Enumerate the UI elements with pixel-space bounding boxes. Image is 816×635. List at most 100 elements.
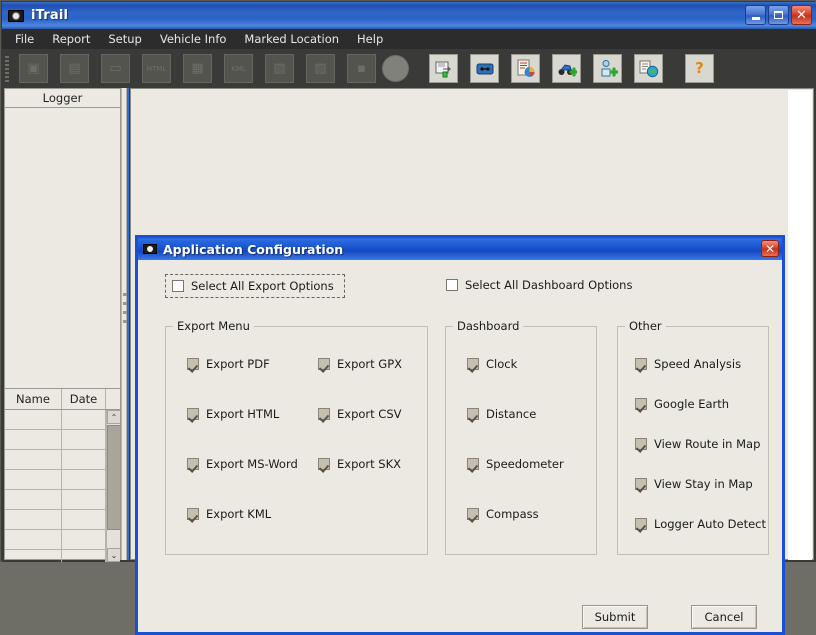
checkbox-label: View Route in Map xyxy=(654,437,761,451)
export-copy-icon[interactable]: ▪ xyxy=(347,54,376,83)
checkbox-indicator[interactable] xyxy=(187,358,199,370)
logger-table-scrollbar[interactable]: ⌃ ⌄ xyxy=(106,410,120,562)
checkbox-indicator[interactable] xyxy=(635,438,647,450)
table-row[interactable] xyxy=(5,450,120,470)
menu-marked-location[interactable]: Marked Location xyxy=(235,30,348,48)
checkbox-indicator[interactable] xyxy=(318,458,330,470)
marked-location-icon[interactable] xyxy=(634,54,663,83)
checkbox-export-skx[interactable]: Export SKX xyxy=(318,457,401,471)
checkbox-label: Export GPX xyxy=(337,357,403,371)
checkbox-view-route-in-map[interactable]: View Route in Map xyxy=(635,437,760,451)
open-folder-icon[interactable]: ▭ xyxy=(101,54,130,83)
close-button[interactable]: ✕ xyxy=(791,5,812,25)
dialog-close-button[interactable]: ✕ xyxy=(761,240,779,257)
other-group: Other Speed Analysis Google Earth View R… xyxy=(617,319,769,555)
checkbox-label: Compass xyxy=(486,507,539,521)
menu-report[interactable]: Report xyxy=(43,30,99,48)
menu-help[interactable]: Help xyxy=(348,30,392,48)
checkbox-export-kml[interactable]: Export KML xyxy=(187,507,271,521)
checkbox-indicator[interactable] xyxy=(187,508,199,520)
checkbox-indicator[interactable] xyxy=(467,458,479,470)
column-header-date[interactable]: Date xyxy=(62,389,106,409)
checkbox-export-pdf[interactable]: Export PDF xyxy=(187,357,270,371)
select-all-export-label: Select All Export Options xyxy=(191,279,334,293)
export-html-icon[interactable]: HTML xyxy=(142,54,171,83)
checkbox-label: Clock xyxy=(486,357,518,371)
logger-table-header: Name Date xyxy=(5,388,120,410)
checkbox-indicator[interactable] xyxy=(467,508,479,520)
checkbox-indicator[interactable] xyxy=(187,408,199,420)
logger-panel-header: Logger xyxy=(5,89,120,108)
checkbox-speedometer[interactable]: Speedometer xyxy=(467,457,564,471)
checkbox-speed-analysis[interactable]: Speed Analysis xyxy=(635,357,741,371)
other-group-title: Other xyxy=(625,319,666,333)
checkbox-export-gpx[interactable]: Export GPX xyxy=(318,357,402,371)
toolbar-grip[interactable] xyxy=(5,55,9,82)
checkbox-distance[interactable]: Distance xyxy=(467,407,536,421)
checkbox-export-msword[interactable]: Export MS-Word xyxy=(187,457,298,471)
dialog-body: Select All Export Options Select All Das… xyxy=(138,260,782,632)
table-row[interactable] xyxy=(5,530,120,550)
export-msword-icon[interactable]: ▦ xyxy=(183,54,212,83)
checkbox-indicator[interactable] xyxy=(318,408,330,420)
menu-setup[interactable]: Setup xyxy=(99,30,150,48)
table-row[interactable] xyxy=(5,490,120,510)
export-kml-icon[interactable]: KML xyxy=(224,54,253,83)
table-row[interactable] xyxy=(5,550,120,562)
logger-device-icon[interactable] xyxy=(470,54,499,83)
checkbox-indicator[interactable] xyxy=(635,398,647,410)
checkbox-label: Distance xyxy=(486,407,537,421)
checkbox-export-html[interactable]: Export HTML xyxy=(187,407,279,421)
checkbox-logger-auto-detect[interactable]: Logger Auto Detect xyxy=(635,517,766,531)
checkbox-label: Export KML xyxy=(206,507,272,521)
dialog-title-bar: Application Configuration ✕ xyxy=(138,238,782,260)
configure-logger-icon[interactable] xyxy=(429,54,458,83)
checkbox-indicator[interactable] xyxy=(318,358,330,370)
checkbox-clock[interactable]: Clock xyxy=(467,357,517,371)
scroll-up-icon[interactable]: ⌃ xyxy=(107,410,120,424)
checkbox-label: Export SKX xyxy=(337,457,402,471)
main-window-frame: iTrail ✕ File Report Setup Vehicle Info … xyxy=(0,0,816,635)
select-all-dashboard-checkbox[interactable] xyxy=(446,279,458,291)
application-configuration-dialog: Application Configuration ✕ Select All E… xyxy=(135,235,785,635)
maximize-button[interactable] xyxy=(768,5,789,25)
add-vehicle-icon[interactable] xyxy=(552,54,581,83)
checkbox-compass[interactable]: Compass xyxy=(467,507,539,521)
toolbar: ▣ ▤ ▭ HTML ▦ KML ▧ ▨ ▪ ? xyxy=(2,49,816,89)
checkbox-indicator[interactable] xyxy=(467,358,479,370)
select-all-export-checkbox[interactable] xyxy=(172,280,184,292)
record-circle-icon[interactable] xyxy=(382,55,409,82)
save-device-icon[interactable]: ▤ xyxy=(60,54,89,83)
add-driver-icon[interactable] xyxy=(593,54,622,83)
submit-button[interactable]: Submit xyxy=(582,605,648,629)
select-all-dashboard-options[interactable]: Select All Dashboard Options xyxy=(446,278,632,292)
minimize-button[interactable] xyxy=(745,5,766,25)
menu-file[interactable]: File xyxy=(6,30,43,48)
new-trip-icon[interactable]: ▣ xyxy=(19,54,48,83)
scroll-down-icon[interactable]: ⌄ xyxy=(107,548,120,562)
table-row[interactable] xyxy=(5,470,120,490)
checkbox-view-stay-in-map[interactable]: View Stay in Map xyxy=(635,477,753,491)
checkbox-export-csv[interactable]: Export CSV xyxy=(318,407,402,421)
checkbox-indicator[interactable] xyxy=(635,478,647,490)
checkbox-google-earth[interactable]: Google Earth xyxy=(635,397,729,411)
table-row[interactable] xyxy=(5,410,120,430)
cancel-button[interactable]: Cancel xyxy=(691,605,757,629)
checkbox-indicator[interactable] xyxy=(635,358,647,370)
checkbox-indicator[interactable] xyxy=(467,408,479,420)
camera-icon xyxy=(143,242,157,256)
export-pdf-icon[interactable]: ▨ xyxy=(306,54,335,83)
checkbox-indicator[interactable] xyxy=(635,518,647,530)
menu-bar: File Report Setup Vehicle Info Marked Lo… xyxy=(2,29,816,50)
menu-vehicle-info[interactable]: Vehicle Info xyxy=(151,30,236,48)
scrollbar-thumb[interactable] xyxy=(107,425,120,530)
report-chart-icon[interactable] xyxy=(511,54,540,83)
help-icon[interactable]: ? xyxy=(685,54,714,83)
table-row[interactable] xyxy=(5,430,120,450)
checkbox-label: Logger Auto Detect xyxy=(654,517,767,531)
table-row[interactable] xyxy=(5,510,120,530)
select-all-export-options[interactable]: Select All Export Options xyxy=(165,274,345,298)
checkbox-indicator[interactable] xyxy=(187,458,199,470)
column-header-name[interactable]: Name xyxy=(5,389,62,409)
export-excel-icon[interactable]: ▧ xyxy=(265,54,294,83)
